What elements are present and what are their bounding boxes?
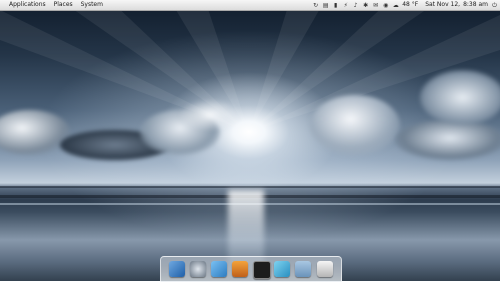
network-icon[interactable]: ▤	[322, 2, 329, 9]
wave	[0, 186, 500, 188]
cloud	[420, 70, 500, 125]
mail-icon[interactable]: ✉	[372, 2, 379, 9]
system-tray: ↻ ▤ ▮ ⚡ ♪ ✱ ✉ ◉ ☁ 48 °F Sat Nov 12, 8:38…	[312, 0, 498, 10]
desktop-wallpaper	[0, 0, 500, 281]
volume-icon[interactable]: ♪	[352, 2, 359, 9]
weather-icon[interactable]: ☁	[392, 2, 399, 9]
shutdown-icon[interactable]: ⏻	[491, 2, 498, 9]
clock-date[interactable]: Sat Nov 12,	[425, 0, 460, 10]
panel-menus: Applications Places System	[6, 0, 106, 10]
vlc-icon[interactable]	[232, 261, 248, 277]
clock-time[interactable]: 8:38 am	[463, 0, 488, 10]
cloud	[310, 95, 400, 155]
dock	[160, 256, 342, 282]
menu-system[interactable]: System	[78, 0, 106, 10]
bluetooth-icon[interactable]: ✱	[362, 2, 369, 9]
chat-icon[interactable]	[211, 261, 227, 277]
trash-icon[interactable]	[317, 261, 333, 277]
weather-temp[interactable]: 48 °F	[402, 0, 418, 10]
chat-icon[interactable]: ◉	[382, 2, 389, 9]
files-icon[interactable]	[295, 261, 311, 277]
top-panel: Applications Places System ↻ ▤ ▮ ⚡ ♪ ✱ ✉…	[0, 0, 500, 11]
menu-places[interactable]: Places	[51, 0, 76, 10]
battery-icon[interactable]: ▮	[332, 2, 339, 9]
menu-applications[interactable]: Applications	[6, 0, 49, 10]
terminal-icon[interactable]	[253, 261, 271, 279]
cloud	[180, 100, 240, 130]
cloud	[0, 110, 70, 155]
power-icon[interactable]: ⚡	[342, 2, 349, 9]
cloud	[395, 120, 500, 160]
finder-icon[interactable]	[169, 261, 185, 277]
system-preferences-icon[interactable]	[190, 261, 206, 277]
paint-icon[interactable]	[274, 261, 290, 277]
update-icon[interactable]: ↻	[312, 2, 319, 9]
